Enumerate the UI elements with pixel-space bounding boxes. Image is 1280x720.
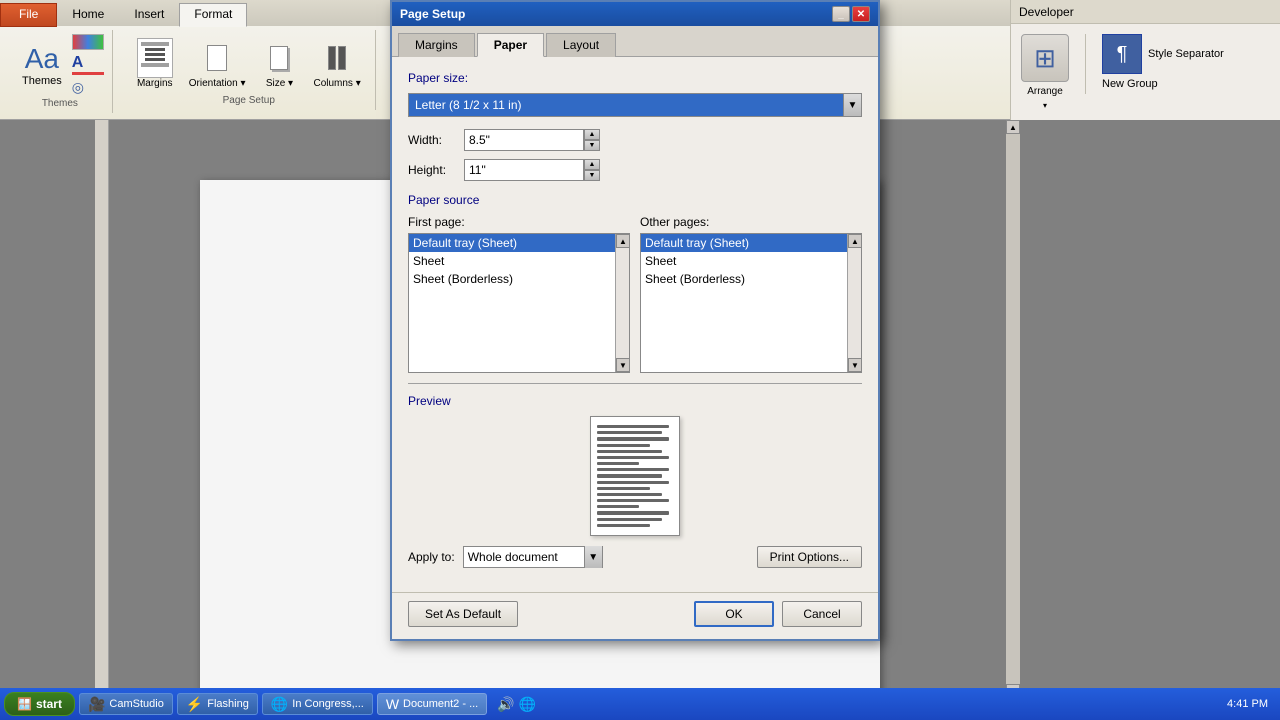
- dialog-overlay: Page Setup _ ✕ Margins Paper Layout Pape…: [0, 0, 1280, 720]
- height-row: Height: 11" ▲ ▼: [408, 159, 862, 181]
- first-page-group: First page: Default tray (Sheet) Sheet S…: [408, 215, 630, 373]
- other-pages-group: Other pages: Default tray (Sheet) Sheet …: [640, 215, 862, 373]
- width-input[interactable]: 8.5": [464, 129, 584, 151]
- first-page-scroll-track: [616, 248, 629, 358]
- preview-label: Preview: [408, 394, 862, 408]
- preview-line-7: [597, 462, 639, 465]
- dialog-tab-bar: Margins Paper Layout: [392, 26, 878, 57]
- height-down-btn[interactable]: ▼: [584, 170, 600, 181]
- preview-line-11: [597, 487, 650, 490]
- preview-section: Preview: [408, 383, 862, 536]
- dialog-tab-margins[interactable]: Margins: [398, 33, 475, 57]
- other-pages-scroll-up[interactable]: ▲: [848, 234, 862, 248]
- apply-to-arrow[interactable]: ▼: [584, 546, 602, 568]
- ok-cancel-buttons: OK Cancel: [694, 601, 862, 627]
- first-page-item-1[interactable]: Sheet: [409, 252, 615, 270]
- dialog-window-controls: _ ✕: [832, 6, 870, 22]
- width-spinner: 8.5" ▲ ▼: [464, 129, 600, 151]
- preview-line-3: [597, 437, 669, 440]
- cancel-button[interactable]: Cancel: [782, 601, 862, 627]
- preview-line-13: [597, 499, 669, 502]
- paper-size-row: Letter (8 1/2 x 11 in) ▼: [408, 93, 862, 117]
- paper-source-section: Paper source First page: Default tray (S…: [408, 193, 862, 373]
- dialog-tab-layout[interactable]: Layout: [546, 33, 616, 57]
- preview-line-17: [597, 524, 650, 527]
- other-pages-item-2[interactable]: Sheet (Borderless): [641, 270, 847, 288]
- paper-source-label: Paper source: [408, 193, 862, 207]
- other-pages-scrollbar[interactable]: ▲ ▼: [847, 234, 861, 372]
- dialog-minimize-btn[interactable]: _: [832, 6, 850, 22]
- preview-line-12: [597, 493, 662, 496]
- apply-to-combo[interactable]: Whole document ▼: [463, 546, 603, 568]
- height-label: Height:: [408, 163, 458, 177]
- preview-line-1: [597, 425, 669, 428]
- paper-source-container: First page: Default tray (Sheet) Sheet S…: [408, 215, 862, 373]
- first-page-item-0[interactable]: Default tray (Sheet): [409, 234, 615, 252]
- dialog-footer: Set As Default OK Cancel: [392, 592, 878, 639]
- preview-line-8: [597, 468, 669, 471]
- width-down-btn[interactable]: ▼: [584, 140, 600, 151]
- first-page-listbox[interactable]: Default tray (Sheet) Sheet Sheet (Border…: [408, 233, 630, 373]
- width-spinners: ▲ ▼: [584, 129, 600, 151]
- other-pages-scroll-down[interactable]: ▼: [848, 358, 862, 372]
- preview-line-6: [597, 456, 669, 459]
- width-row: Width: 8.5" ▲ ▼: [408, 129, 862, 151]
- ok-button[interactable]: OK: [694, 601, 774, 627]
- preview-line-9: [597, 474, 662, 477]
- first-page-label: First page:: [408, 215, 630, 229]
- other-pages-label: Other pages:: [640, 215, 862, 229]
- page-setup-dialog: Page Setup _ ✕ Margins Paper Layout Pape…: [390, 0, 880, 641]
- first-page-items: Default tray (Sheet) Sheet Sheet (Border…: [409, 234, 629, 288]
- preview-line-10: [597, 481, 669, 484]
- paper-size-section-label: Paper size:: [408, 71, 862, 85]
- apply-to-value: Whole document: [464, 550, 584, 564]
- paper-size-combo[interactable]: Letter (8 1/2 x 11 in) ▼: [408, 93, 862, 117]
- other-pages-scroll-track: [848, 248, 861, 358]
- width-up-btn[interactable]: ▲: [584, 129, 600, 140]
- apply-to-row: Apply to: Whole document ▼ Print Options…: [408, 546, 862, 568]
- height-spinner: 11" ▲ ▼: [464, 159, 600, 181]
- print-options-button[interactable]: Print Options...: [757, 546, 862, 568]
- dialog-title: Page Setup: [400, 7, 465, 21]
- height-up-btn[interactable]: ▲: [584, 159, 600, 170]
- preview-line-4: [597, 444, 650, 447]
- height-input[interactable]: 11": [464, 159, 584, 181]
- preview-line-5: [597, 450, 662, 453]
- width-label: Width:: [408, 133, 458, 147]
- other-pages-item-0[interactable]: Default tray (Sheet): [641, 234, 847, 252]
- preview-line-15: [597, 511, 669, 514]
- set-as-default-button[interactable]: Set As Default: [408, 601, 518, 627]
- paper-size-arrow[interactable]: ▼: [843, 94, 861, 116]
- first-page-item-2[interactable]: Sheet (Borderless): [409, 270, 615, 288]
- preview-line-14: [597, 505, 639, 508]
- dialog-titlebar: Page Setup _ ✕: [392, 2, 878, 26]
- dialog-tab-paper[interactable]: Paper: [477, 33, 544, 57]
- preview-page: [590, 416, 680, 536]
- dialog-close-btn[interactable]: ✕: [852, 6, 870, 22]
- paper-size-value: Letter (8 1/2 x 11 in): [409, 94, 843, 116]
- other-pages-item-1[interactable]: Sheet: [641, 252, 847, 270]
- first-page-scrollbar[interactable]: ▲ ▼: [615, 234, 629, 372]
- other-pages-items: Default tray (Sheet) Sheet Sheet (Border…: [641, 234, 861, 288]
- first-page-scroll-down[interactable]: ▼: [616, 358, 630, 372]
- preview-line-16: [597, 518, 662, 521]
- other-pages-listbox[interactable]: Default tray (Sheet) Sheet Sheet (Border…: [640, 233, 862, 373]
- apply-to-label: Apply to:: [408, 550, 455, 564]
- first-page-scroll-up[interactable]: ▲: [616, 234, 630, 248]
- dialog-body: Paper size: Letter (8 1/2 x 11 in) ▼ Wid…: [392, 57, 878, 592]
- height-spinners: ▲ ▼: [584, 159, 600, 181]
- preview-line-2: [597, 431, 662, 434]
